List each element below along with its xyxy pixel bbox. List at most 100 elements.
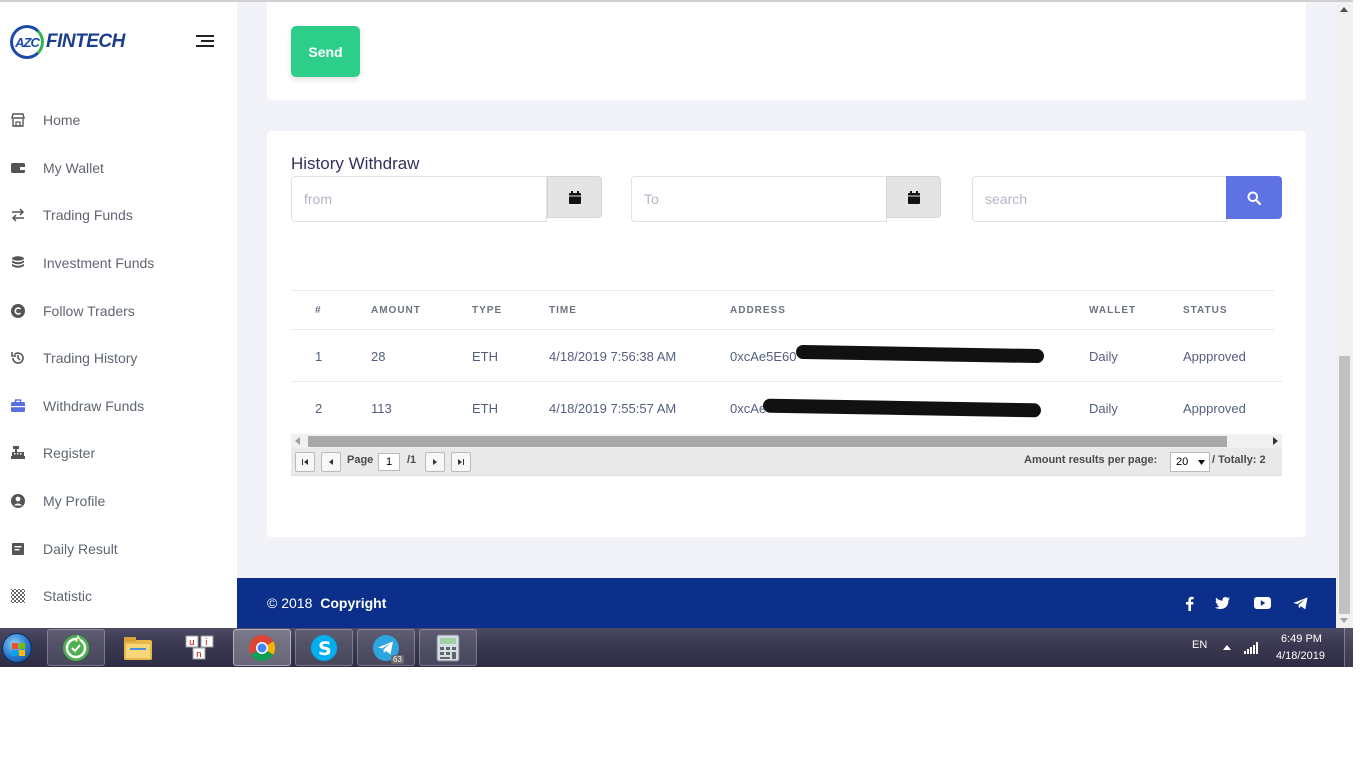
send-button[interactable]: Send bbox=[291, 26, 360, 77]
column-header-status[interactable]: STATUS bbox=[1183, 305, 1228, 316]
first-page-button[interactable] bbox=[295, 452, 315, 472]
scrollbar-thumb[interactable] bbox=[308, 436, 1227, 447]
sidebar-item-label: Investment Funds bbox=[43, 255, 155, 271]
exchange-arrows-icon bbox=[10, 207, 26, 223]
taskbar-coccoc[interactable] bbox=[47, 629, 105, 666]
network-signal-icon[interactable] bbox=[1244, 642, 1258, 654]
sidebar-item-trading-history[interactable]: Trading History bbox=[0, 338, 237, 378]
to-calendar-button[interactable] bbox=[886, 176, 941, 218]
chrome-icon bbox=[249, 634, 276, 661]
cash-register-icon bbox=[10, 445, 26, 461]
taskbar-unikey[interactable]: uin bbox=[171, 629, 229, 666]
copyright-link[interactable]: Copyright bbox=[320, 595, 386, 611]
wallet-icon bbox=[10, 160, 26, 176]
from-calendar-button[interactable] bbox=[547, 176, 602, 218]
cell-time: 4/18/2019 7:56:38 AM bbox=[549, 349, 677, 364]
scrollbar-thumb[interactable] bbox=[1339, 356, 1350, 614]
column-header-address[interactable]: ADDRESS bbox=[730, 305, 786, 316]
vertical-scrollbar[interactable] bbox=[1336, 2, 1353, 628]
next-page-button[interactable] bbox=[425, 452, 445, 472]
clock-time[interactable]: 6:49 PM bbox=[1281, 633, 1322, 645]
svg-text:S: S bbox=[318, 638, 332, 660]
scroll-up-icon[interactable] bbox=[1340, 7, 1348, 12]
column-header-number[interactable]: # bbox=[315, 305, 322, 316]
redaction-scribble bbox=[762, 398, 1042, 418]
column-header-wallet[interactable]: WALLET bbox=[1089, 305, 1136, 316]
cell-time: 4/18/2019 7:55:57 AM bbox=[549, 401, 677, 416]
facebook-icon[interactable] bbox=[1179, 593, 1199, 613]
cell-amount: 113 bbox=[371, 401, 392, 416]
per-page-label: Amount results per page: bbox=[1024, 454, 1158, 466]
cell-number: 1 bbox=[315, 349, 323, 364]
per-page-value: 20 bbox=[1176, 456, 1189, 468]
sidebar-item-label: Home bbox=[43, 112, 81, 128]
show-hidden-icons-icon[interactable] bbox=[1223, 645, 1231, 650]
sidebar-item-follow-traders[interactable]: Follow Traders bbox=[0, 291, 237, 331]
youtube-icon[interactable] bbox=[1252, 593, 1272, 613]
sidebar-item-my-wallet[interactable]: My Wallet bbox=[0, 148, 237, 188]
prev-page-button[interactable] bbox=[321, 452, 341, 472]
scroll-left-icon[interactable] bbox=[295, 437, 300, 445]
cell-status: Appproved bbox=[1183, 401, 1246, 416]
history-icon bbox=[10, 350, 26, 366]
per-page-select[interactable]: 20 bbox=[1170, 452, 1210, 472]
sidebar-item-statistic[interactable]: Statistic bbox=[0, 576, 237, 616]
taskbar-skype[interactable]: S bbox=[295, 629, 353, 666]
taskbar-calculator[interactable] bbox=[419, 629, 477, 666]
checker-icon bbox=[10, 588, 26, 604]
column-header-amount[interactable]: AMOUNT bbox=[371, 305, 421, 316]
prev-page-icon bbox=[329, 459, 333, 465]
table-header: # AMOUNT TYPE TIME ADDRESS WALLET STATUS bbox=[291, 290, 1274, 330]
folder-icon bbox=[124, 636, 152, 660]
sidebar-item-home[interactable]: Home bbox=[0, 100, 237, 140]
scroll-right-icon[interactable] bbox=[1273, 437, 1278, 445]
history-withdraw-card: History Withdraw # AMOUNT TYPE TIME ADDR bbox=[267, 131, 1306, 537]
sidebar-item-label: Daily Result bbox=[43, 541, 118, 557]
scroll-down-icon[interactable] bbox=[1340, 618, 1348, 623]
sidebar-item-daily-result[interactable]: Daily Result bbox=[0, 529, 237, 569]
site-footer: © 2018 Copyright bbox=[237, 578, 1336, 628]
telegram-badge: 63 bbox=[391, 655, 404, 664]
clock-date[interactable]: 4/18/2019 bbox=[1276, 650, 1325, 662]
history-table: # AMOUNT TYPE TIME ADDRESS WALLET STATUS… bbox=[291, 290, 1282, 478]
taskbar-chrome[interactable] bbox=[233, 629, 291, 666]
last-page-button[interactable] bbox=[451, 452, 471, 472]
show-desktop-button[interactable] bbox=[1344, 628, 1353, 667]
total-count: / Totally: 2 bbox=[1212, 454, 1266, 466]
copyright-circle-icon bbox=[10, 303, 26, 319]
cell-type: ETH bbox=[472, 401, 498, 416]
menu-toggle-icon[interactable] bbox=[192, 32, 214, 50]
coccoc-browser-icon bbox=[63, 634, 89, 661]
to-date-input[interactable] bbox=[631, 176, 887, 222]
language-indicator[interactable]: EN bbox=[1192, 639, 1207, 651]
from-date-input[interactable] bbox=[291, 176, 547, 222]
sidebar-item-my-profile[interactable]: My Profile bbox=[0, 481, 237, 521]
sidebar-item-label: Statistic bbox=[43, 588, 93, 604]
telegram-icon[interactable] bbox=[1290, 593, 1310, 613]
pagination-bar: Page /1 Amount results per page: 20 / To… bbox=[291, 448, 1282, 476]
column-header-type[interactable]: TYPE bbox=[472, 305, 502, 316]
sidebar-item-withdraw-funds[interactable]: Withdraw Funds bbox=[0, 386, 237, 426]
column-header-time[interactable]: TIME bbox=[549, 305, 577, 316]
logo-text: FINTECH bbox=[46, 31, 125, 52]
page-label: Page bbox=[347, 454, 374, 466]
brand-logo[interactable]: AZC FINTECH bbox=[10, 24, 125, 60]
twitter-icon[interactable] bbox=[1212, 593, 1232, 613]
sidebar-item-trading-funds[interactable]: Trading Funds bbox=[0, 195, 237, 235]
sidebar-item-label: Withdraw Funds bbox=[43, 398, 145, 414]
sidebar-item-label: Register bbox=[43, 445, 96, 461]
cell-address: 0xcAe bbox=[730, 401, 767, 416]
sidebar-item-label: Follow Traders bbox=[43, 303, 135, 319]
horizontal-scrollbar[interactable] bbox=[291, 434, 1282, 448]
taskbar-file-explorer[interactable] bbox=[109, 629, 167, 666]
search-icon bbox=[1247, 191, 1261, 205]
taskbar-telegram[interactable]: 63 bbox=[357, 629, 415, 666]
sidebar-item-investment-funds[interactable]: Investment Funds bbox=[0, 243, 237, 283]
start-button[interactable] bbox=[0, 628, 34, 667]
table-row[interactable]: 1 28 ETH 4/18/2019 7:56:38 AM 0xcAe5E60 … bbox=[291, 330, 1282, 382]
search-button[interactable] bbox=[1226, 176, 1282, 219]
page-number-input[interactable] bbox=[378, 453, 400, 471]
search-input[interactable] bbox=[972, 176, 1228, 222]
table-row[interactable]: 2 113 ETH 4/18/2019 7:55:57 AM 0xcAe Dai… bbox=[291, 382, 1282, 434]
sidebar-item-register[interactable]: Register bbox=[0, 433, 237, 473]
